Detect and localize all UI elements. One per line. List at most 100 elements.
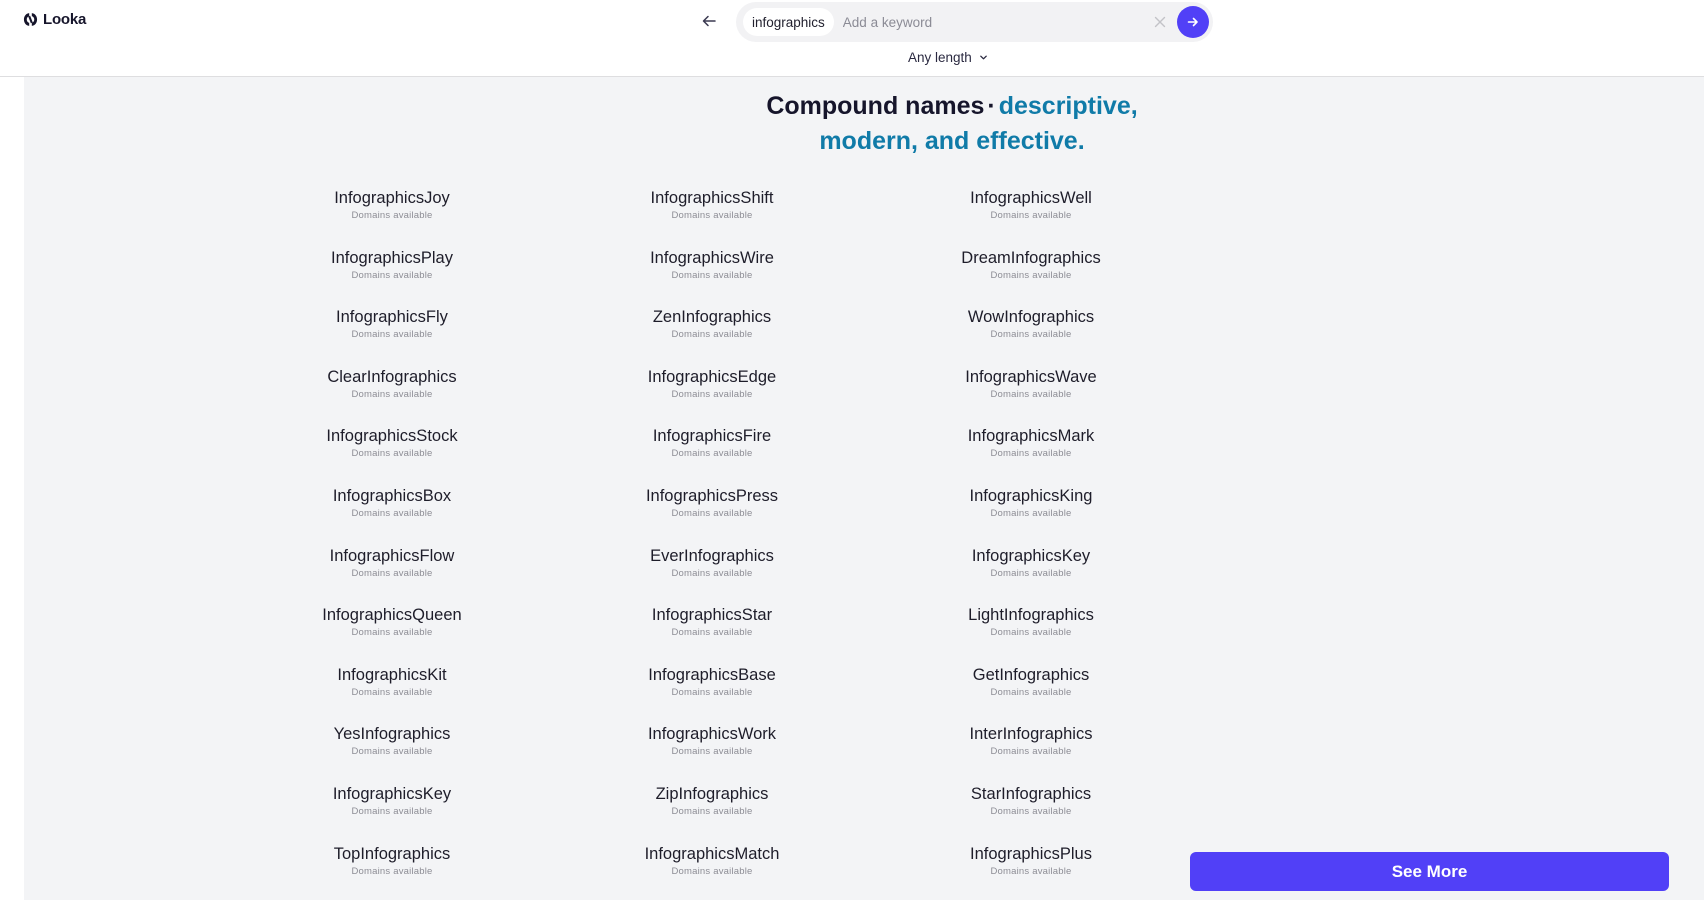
name-suggestion[interactable]: ZipInfographics Domains available — [592, 784, 832, 818]
name-suggestion-title: InfographicsPress — [645, 487, 779, 505]
name-suggestion[interactable]: DreamInfographics Domains available — [911, 248, 1151, 282]
domain-availability-status: Domains available — [671, 508, 753, 519]
domain-availability-status: Domains available — [671, 448, 753, 460]
domain-availability-status: Domains available — [990, 627, 1072, 639]
name-suggestion-title: InfographicsPlay — [331, 248, 453, 267]
back-button[interactable] — [697, 9, 721, 33]
name-suggestion-title: InfographicsFire — [652, 427, 772, 446]
name-suggestion-title: InfographicsWire — [650, 248, 774, 267]
name-suggestion-title: DreamInfographics — [961, 248, 1101, 267]
domain-availability-status: Domains available — [671, 746, 753, 758]
length-filter-dropdown[interactable]: Any length — [908, 50, 988, 65]
name-suggestion[interactable]: InfographicsQueen Domains available — [272, 605, 512, 639]
name-suggestion[interactable]: InfographicsFire Domains available — [592, 426, 832, 460]
name-suggestion-title: StarInfographics — [970, 785, 1092, 803]
name-suggestion[interactable]: InfographicsPlus Domains available — [911, 844, 1151, 878]
name-suggestion[interactable]: GetInfographics Domains available — [911, 665, 1151, 699]
name-suggestion-title: InfographicsFly — [336, 308, 448, 327]
domain-availability-status: Domains available — [671, 269, 753, 281]
domain-availability-status: Domains available — [351, 508, 433, 519]
domain-availability-status: Domains available — [671, 686, 753, 698]
name-suggestion[interactable]: StarInfographics Domains available — [911, 784, 1151, 818]
name-suggestion-title: ClearInfographics — [327, 367, 457, 386]
domain-availability-status: Domains available — [351, 448, 433, 460]
name-suggestion[interactable]: InfographicsMark Domains available — [911, 426, 1151, 460]
name-suggestion[interactable]: InfographicsShift Domains available — [592, 188, 832, 222]
looka-logo[interactable]: Looka — [23, 11, 86, 28]
name-suggestion[interactable]: InfographicsKing Domains available — [911, 486, 1151, 520]
name-suggestion[interactable]: InfographicsStar Domains available — [592, 605, 832, 639]
looka-logo-icon — [23, 13, 38, 26]
keyword-search-bar: infographics — [736, 2, 1213, 42]
name-suggestion-title: LightInfographics — [968, 606, 1094, 625]
name-suggestion[interactable]: InfographicsWork Domains available — [592, 724, 832, 758]
name-suggestion[interactable]: InfographicsFly Domains available — [272, 307, 512, 341]
name-suggestion[interactable]: InfographicsBox Domains available — [272, 486, 512, 520]
keyword-chip[interactable]: infographics — [743, 8, 834, 36]
domain-availability-status: Domains available — [990, 567, 1072, 579]
domain-availability-status: Domains available — [351, 388, 433, 400]
name-suggestions-grid: InfographicsJoy Domains available Infograp… — [24, 77, 1224, 900]
name-suggestion-title: InfographicsEdge — [647, 367, 777, 386]
length-filter-label: Any length — [908, 50, 972, 65]
domain-availability-status: Domains available — [351, 865, 433, 877]
clear-search-button[interactable] — [1151, 13, 1169, 31]
name-suggestion[interactable]: InfographicsStock Domains available — [272, 426, 512, 460]
name-suggestion-title: InfographicsQueen — [322, 606, 462, 625]
name-suggestion[interactable]: YesInfographics Domains available — [272, 724, 512, 758]
name-suggestion[interactable]: InfographicsPress Domains available — [592, 486, 832, 520]
name-suggestion-title: ZipInfographics — [655, 785, 769, 803]
domain-availability-status: Domains available — [671, 865, 753, 877]
domain-availability-status: Domains available — [351, 627, 433, 639]
name-suggestion[interactable]: InfographicsPlay Domains available — [272, 248, 512, 282]
see-more-button[interactable]: See More — [1190, 852, 1669, 891]
add-keyword-input[interactable] — [842, 9, 1143, 35]
name-suggestion-title: InfographicsStock — [326, 427, 458, 446]
name-suggestion[interactable]: InfographicsKit Domains available — [272, 665, 512, 699]
name-suggestion-title: InfographicsMatch — [644, 844, 780, 863]
name-suggestion[interactable]: InfographicsBase Domains available — [592, 665, 832, 699]
chevron-down-icon — [979, 55, 987, 60]
name-suggestion-title: InterInfographics — [969, 725, 1093, 744]
arrow-right-icon — [1187, 17, 1198, 27]
name-suggestion[interactable]: EverInfographics Domains available — [592, 546, 832, 580]
domain-availability-status: Domains available — [351, 746, 433, 758]
name-suggestion[interactable]: WowInfographics Domains available — [911, 307, 1151, 341]
name-suggestion[interactable]: InterInfographics Domains available — [911, 724, 1151, 758]
domain-availability-status: Domains available — [990, 210, 1072, 221]
domain-availability-status: Domains available — [351, 329, 433, 341]
name-suggestion-title: InfographicsWell — [970, 189, 1092, 207]
domain-availability-status: Domains available — [351, 269, 433, 281]
name-suggestion[interactable]: ZenInfographics Domains available — [592, 307, 832, 341]
name-suggestion-title: InfographicsKey — [971, 546, 1091, 565]
name-suggestion-title: InfographicsPlus — [970, 844, 1092, 863]
name-suggestion[interactable]: InfographicsWave Domains available — [911, 367, 1151, 401]
name-suggestion[interactable]: TopInfographics Domains available — [272, 844, 512, 878]
name-suggestion-title: InfographicsFlow — [329, 546, 455, 565]
name-suggestion[interactable]: InfographicsKey Domains available — [911, 546, 1151, 580]
domain-availability-status: Domains available — [671, 388, 753, 400]
domain-availability-status: Domains available — [351, 210, 433, 221]
name-suggestion[interactable]: InfographicsMatch Domains available — [592, 844, 832, 878]
name-suggestion[interactable]: InfographicsFlow Domains available — [272, 546, 512, 580]
name-suggestion-title: YesInfographics — [333, 725, 451, 744]
name-suggestion[interactable]: InfographicsKey Domains available — [272, 784, 512, 818]
name-suggestion[interactable]: InfographicsEdge Domains available — [592, 367, 832, 401]
arrow-left-icon — [702, 15, 716, 27]
name-suggestion[interactable]: LightInfographics Domains available — [911, 605, 1151, 639]
name-suggestion-title: InfographicsBase — [648, 665, 776, 684]
name-suggestion[interactable]: ClearInfographics Domains available — [272, 367, 512, 401]
domain-availability-status: Domains available — [990, 806, 1072, 817]
domain-availability-status: Domains available — [990, 686, 1072, 698]
name-suggestion-title: InfographicsShift — [650, 189, 774, 207]
name-suggestion[interactable]: InfographicsWire Domains available — [592, 248, 832, 282]
domain-availability-status: Domains available — [671, 329, 753, 341]
name-suggestion-title: InfographicsKit — [337, 665, 447, 684]
name-suggestion[interactable]: InfographicsJoy Domains available — [272, 188, 512, 222]
name-suggestion[interactable]: InfographicsWell Domains available — [911, 188, 1151, 222]
name-suggestion-title: InfographicsBox — [332, 487, 452, 505]
search-submit-button[interactable] — [1177, 6, 1209, 38]
name-suggestion-title: InfographicsKey — [332, 785, 452, 803]
domain-availability-status: Domains available — [671, 210, 753, 221]
top-header: Looka infographics Any length — [0, 0, 1704, 77]
